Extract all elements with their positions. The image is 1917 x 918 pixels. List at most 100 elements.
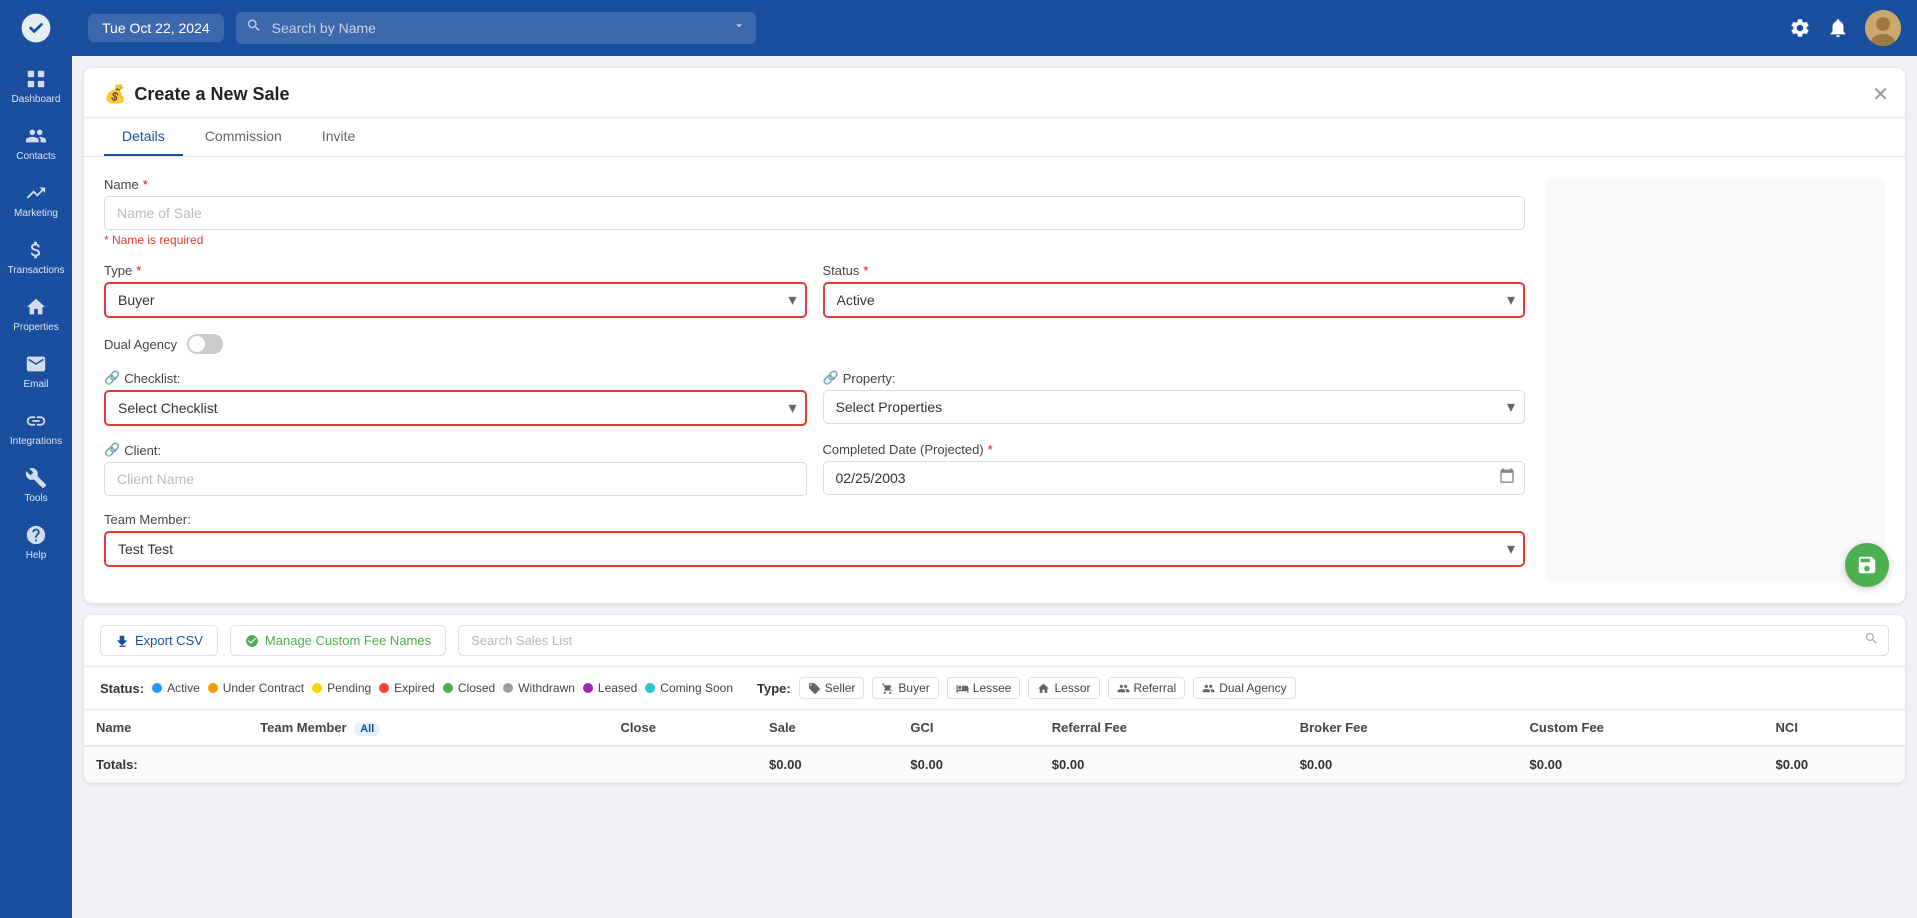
filter-pending[interactable]: Pending (312, 681, 371, 695)
sale-icon: 💰 (104, 84, 126, 105)
expired-label: Expired (394, 681, 435, 695)
sidebar-item-dashboard[interactable]: Dashboard (0, 56, 72, 113)
topbar-search-wrapper (236, 12, 756, 44)
sidebar-item-email-label: Email (23, 379, 48, 390)
type-select[interactable]: Buyer Seller Lessee Lessor Referral (104, 282, 807, 318)
closed-dot (443, 683, 453, 693)
content-area: 💰 Create a New Sale ✕ Details Commission… (72, 56, 1917, 918)
col-sale: Sale (757, 710, 898, 746)
type-filter-referral[interactable]: Referral (1108, 677, 1186, 699)
property-field-group: 🔗 Property: Select Properties (823, 370, 1526, 426)
sidebar-item-tools[interactable]: Tools (0, 455, 72, 512)
checklist-field-group: 🔗 Checklist: Select Checklist (104, 370, 807, 426)
sidebar-item-email[interactable]: Email (0, 341, 72, 398)
sidebar: Dashboard Contacts Marketing Transaction… (0, 0, 72, 918)
property-link-icon: 🔗 (823, 370, 839, 386)
closed-label: Closed (458, 681, 495, 695)
checklist-select[interactable]: Select Checklist (104, 390, 807, 426)
avatar[interactable] (1865, 10, 1901, 46)
filter-active[interactable]: Active (152, 681, 200, 695)
lessee-label: Lessee (973, 681, 1012, 695)
dual-agency-type-label: Dual Agency (1219, 681, 1286, 695)
sidebar-item-transactions-label: Transactions (8, 265, 65, 276)
team-member-group: Team Member: Test Test (104, 512, 1525, 567)
dual-agency-label: Dual Agency (104, 337, 177, 352)
sidebar-item-properties[interactable]: Properties (0, 284, 72, 341)
type-filter-dual-agency[interactable]: Dual Agency (1193, 677, 1295, 699)
type-filter-buyer[interactable]: Buyer (872, 677, 938, 699)
status-select-wrapper: Active Under Contract Pending Expired Cl… (823, 282, 1526, 318)
sidebar-item-transactions[interactable]: Transactions (0, 227, 72, 284)
totals-custom: $0.00 (1518, 746, 1764, 783)
sidebar-logo[interactable] (0, 0, 72, 56)
totals-broker: $0.00 (1288, 746, 1518, 783)
tab-invite[interactable]: Invite (304, 118, 373, 156)
property-label: 🔗 Property: (823, 370, 1526, 386)
dual-agency-toggle[interactable] (187, 334, 223, 354)
chevron-down-icon[interactable] (732, 19, 746, 38)
pending-label: Pending (327, 681, 371, 695)
type-filter-lessor[interactable]: Lessor (1028, 677, 1099, 699)
status-select[interactable]: Active Under Contract Pending Expired Cl… (823, 282, 1526, 318)
col-gci: GCI (898, 710, 1039, 746)
filter-closed[interactable]: Closed (443, 681, 495, 695)
search-input[interactable] (236, 12, 756, 44)
type-status-row: Type * Buyer Seller Lessee Lessor Referr… (104, 263, 1525, 334)
name-field-group: Name * * Name is required (104, 177, 1525, 247)
under-contract-label: Under Contract (223, 681, 304, 695)
client-field-group: 🔗 Client: (104, 442, 807, 496)
create-sale-card: 💰 Create a New Sale ✕ Details Commission… (84, 68, 1905, 603)
sidebar-item-contacts[interactable]: Contacts (0, 113, 72, 170)
filter-leased[interactable]: Leased (583, 681, 637, 695)
filter-under-contract[interactable]: Under Contract (208, 681, 304, 695)
client-input[interactable] (104, 462, 807, 496)
col-name: Name (84, 710, 248, 746)
tab-commission[interactable]: Commission (187, 118, 300, 156)
sidebar-item-integrations-label: Integrations (10, 436, 62, 447)
filter-expired[interactable]: Expired (379, 681, 435, 695)
export-csv-button[interactable]: Export CSV (100, 625, 218, 656)
calendar-icon[interactable] (1499, 468, 1515, 489)
table-search-icon (1864, 631, 1879, 651)
export-csv-label: Export CSV (135, 633, 203, 648)
sidebar-item-help-label: Help (26, 550, 47, 561)
filter-withdrawn[interactable]: Withdrawn (503, 681, 575, 695)
sidebar-item-help[interactable]: Help (0, 512, 72, 569)
search-icon (246, 18, 262, 39)
type-label: Type * (104, 263, 807, 278)
table-search-input[interactable] (458, 625, 1889, 656)
filter-coming-soon[interactable]: Coming Soon (645, 681, 733, 695)
lessor-label: Lessor (1054, 681, 1090, 695)
totals-label: Totals: (84, 746, 248, 783)
tab-details[interactable]: Details (104, 118, 183, 156)
checklist-label: 🔗 Checklist: (104, 370, 807, 386)
totals-referral: $0.00 (1040, 746, 1288, 783)
withdrawn-dot (503, 683, 513, 693)
seller-label: Seller (825, 681, 856, 695)
main-content: Tue Oct 22, 2024 (72, 0, 1917, 918)
all-badge[interactable]: All (354, 722, 380, 736)
sidebar-item-tools-label: Tools (24, 493, 47, 504)
close-button[interactable]: ✕ (1872, 82, 1889, 107)
sidebar-item-marketing[interactable]: Marketing (0, 170, 72, 227)
type-filter-seller[interactable]: Seller (799, 677, 865, 699)
property-select[interactable]: Select Properties (823, 390, 1526, 424)
completed-date-input[interactable] (823, 461, 1526, 495)
name-input[interactable] (104, 196, 1525, 230)
status-filter-label: Status: (100, 681, 144, 696)
sidebar-item-dashboard-label: Dashboard (12, 94, 61, 105)
type-filter-lessee[interactable]: Lessee (947, 677, 1021, 699)
sidebar-item-integrations[interactable]: Integrations (0, 398, 72, 455)
notifications-button[interactable] (1827, 17, 1849, 39)
save-fab-button[interactable] (1845, 543, 1889, 587)
completed-date-wrapper (823, 461, 1526, 495)
col-nci: NCI (1764, 710, 1905, 746)
col-referral-fee: Referral Fee (1040, 710, 1288, 746)
settings-button[interactable] (1789, 17, 1811, 39)
create-sale-header: 💰 Create a New Sale ✕ (84, 68, 1905, 118)
referral-label: Referral (1134, 681, 1177, 695)
leased-dot (583, 683, 593, 693)
manage-custom-fees-button[interactable]: Manage Custom Fee Names (230, 625, 446, 656)
team-member-select[interactable]: Test Test (104, 531, 1525, 567)
status-label: Status * (823, 263, 1526, 278)
